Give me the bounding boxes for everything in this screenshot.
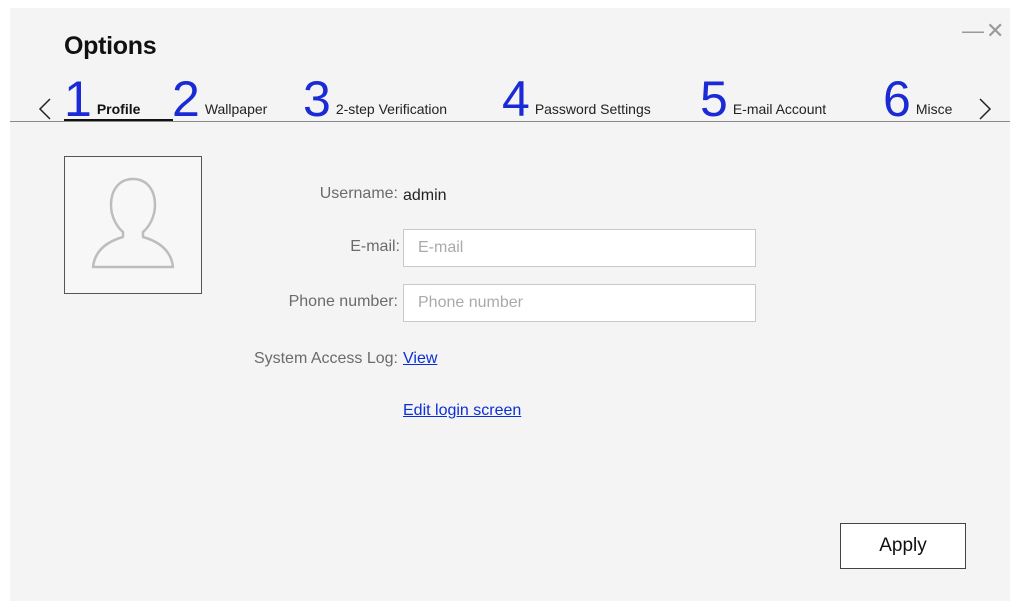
user-silhouette-icon — [91, 177, 175, 269]
minimize-icon[interactable]: — — [962, 20, 984, 42]
tab-divider — [10, 121, 1010, 122]
window-title: Options — [64, 32, 157, 60]
options-window: Options — ✕ 1 Profile 2 Wallpaper 3 2-st… — [10, 8, 1010, 601]
access-log-view-link[interactable]: View — [403, 350, 437, 368]
tab-label: E-mail Account — [732, 101, 827, 117]
edit-login-screen-link[interactable]: Edit login screen — [403, 402, 521, 420]
tab-number: 1 — [64, 71, 92, 127]
tab-label: Miscellaneous — [915, 101, 952, 117]
username-label: Username: — [319, 185, 398, 202]
close-icon[interactable]: ✕ — [986, 20, 1004, 42]
tab-2-step-verification[interactable]: 3 2-step Verification — [303, 71, 448, 127]
tab-wallpaper[interactable]: 2 Wallpaper — [172, 71, 268, 127]
phone-number-field[interactable] — [403, 284, 756, 322]
tab-password-settings[interactable]: 4 Password Settings — [502, 71, 651, 127]
access-log-label: System Access Log: — [253, 350, 398, 367]
tab-miscellaneous[interactable]: 6 Miscellaneous — [883, 71, 952, 127]
tab-label: 2-step Verification — [335, 101, 448, 117]
username-value: admin — [403, 187, 447, 204]
email-label: E-mail: — [350, 238, 400, 255]
tab-label: Wallpaper — [204, 101, 268, 117]
chevron-left-icon[interactable] — [34, 96, 58, 122]
apply-button[interactable]: Apply — [840, 523, 966, 569]
tab-number: 6 — [883, 71, 911, 127]
tab-label: Profile — [96, 101, 141, 117]
phone-label: Phone number: — [288, 293, 398, 310]
tab-number: 2 — [172, 71, 200, 127]
tab-number: 3 — [303, 71, 331, 127]
chevron-right-icon[interactable] — [972, 96, 996, 122]
tab-profile[interactable]: 1 Profile — [64, 71, 141, 127]
tab-bar: 1 Profile 2 Wallpaper 3 2-step Verificat… — [10, 71, 1010, 127]
email-field[interactable] — [403, 229, 756, 267]
tab-number: 4 — [502, 71, 530, 127]
tab-number: 5 — [700, 71, 728, 127]
tab-label: Password Settings — [534, 101, 651, 117]
avatar[interactable] — [64, 156, 202, 294]
tab-email-account[interactable]: 5 E-mail Account — [700, 71, 827, 127]
